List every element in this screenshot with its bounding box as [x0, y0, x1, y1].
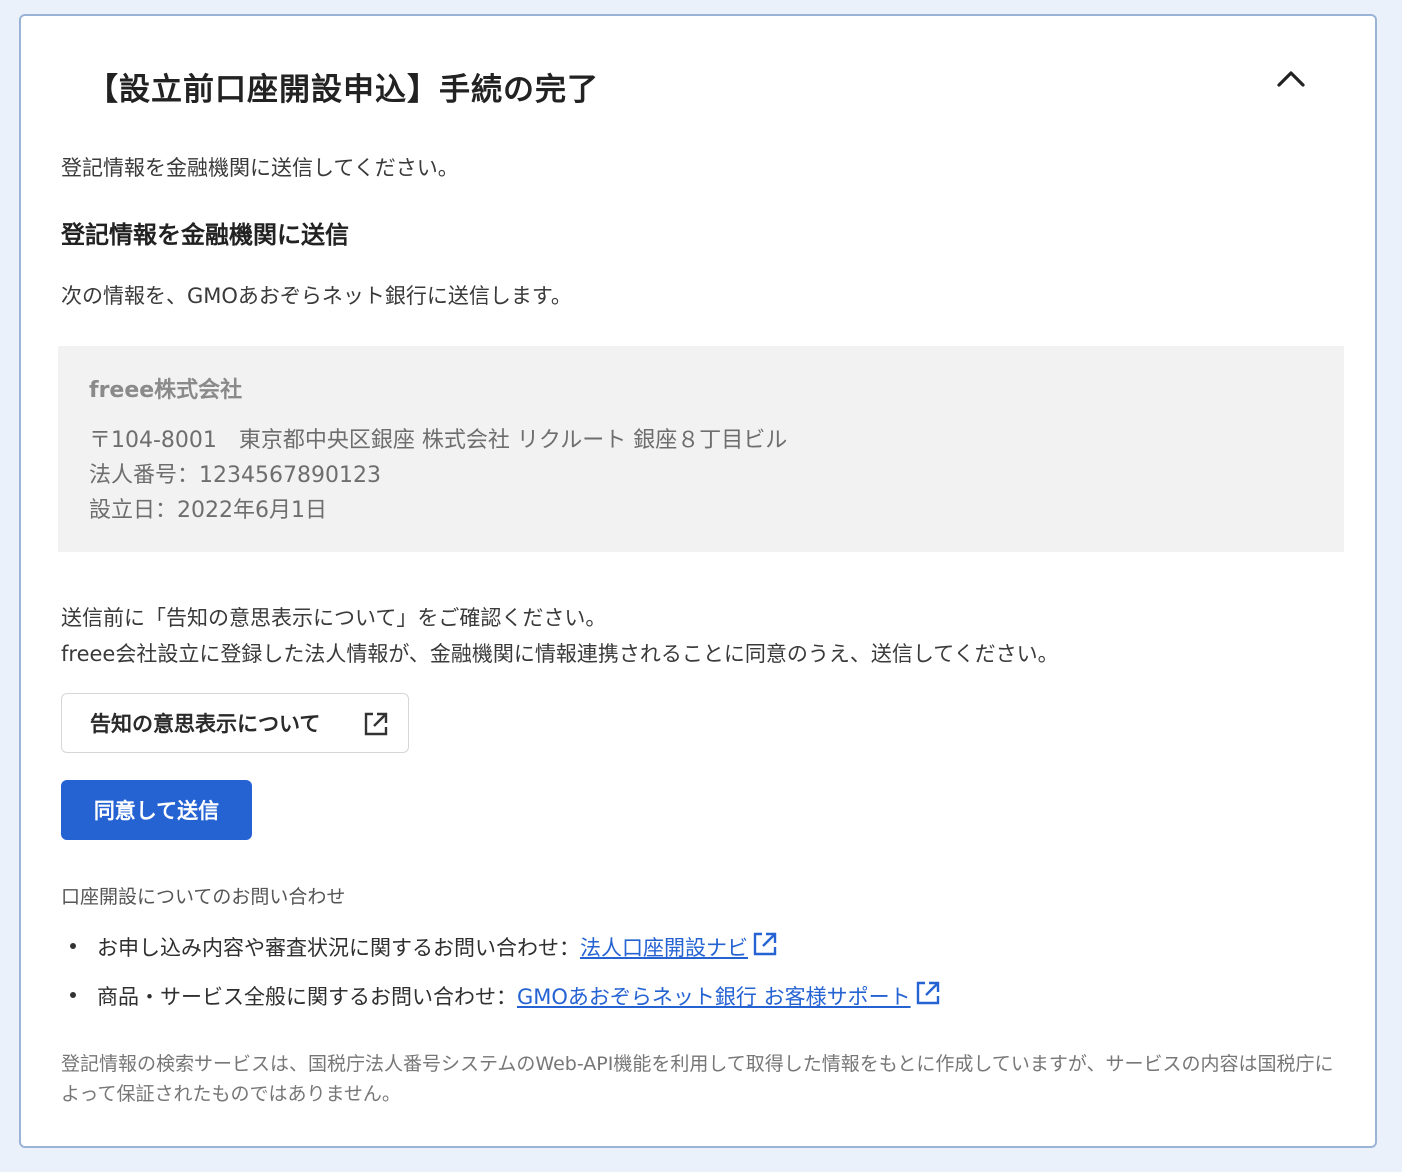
- panel-title: 【設立前口座開設申込】手続の完了: [87, 72, 599, 108]
- agree-and-send-button[interactable]: 同意して送信: [61, 780, 252, 840]
- lead-text: 登記情報を金融機関に送信してください。: [61, 156, 459, 180]
- external-link-icon[interactable]: [751, 930, 779, 963]
- contact-item-text: 商品・サービス全般に関するお問い合わせ：: [97, 984, 517, 1009]
- disclaimer-footnote: 登記情報の検索サービスは、国税庁法人番号システムのWeb-API機能を利用して取…: [61, 1053, 1334, 1105]
- bullet: [70, 992, 76, 998]
- list-item: お申し込み内容や審査状況に関するお問い合わせ： 法人口座開設ナビ: [61, 922, 942, 971]
- intro-text: 次の情報を、GMOあおぞらネット銀行に送信します。: [61, 284, 572, 308]
- establishment-date: 設立日：2022年6月1日: [89, 498, 327, 523]
- disclosure-button-label: 告知の意思表示について: [90, 712, 321, 736]
- company-info-box: freee株式会社 〒104-8001 東京都中央区銀座 株式会社 リクルート …: [58, 346, 1344, 552]
- notice-text: 送信前に「告知の意思表示について」をご確認ください。 freee会社設立に登録し…: [61, 600, 1059, 672]
- external-link-icon: [362, 710, 390, 742]
- external-link-icon[interactable]: [914, 979, 942, 1012]
- customer-support-link[interactable]: GMOあおぞらネット銀行 お客様サポート: [517, 981, 911, 1011]
- section-title: 登記情報を金融機関に送信: [61, 221, 349, 249]
- chevron-up-icon: [1277, 71, 1305, 87]
- company-address: 〒104-8001 東京都中央区銀座 株式会社 リクルート 銀座８丁目ビル: [89, 428, 788, 453]
- list-item: 商品・サービス全般に関するお問い合わせ： GMOあおぞらネット銀行 お客様サポー…: [61, 971, 942, 1020]
- bullet: [70, 943, 76, 949]
- notice-line-2: freee会社設立に登録した法人情報が、金融機関に情報連携されることに同意のうえ…: [61, 642, 1059, 666]
- agree-and-send-label: 同意して送信: [93, 799, 220, 823]
- corporate-account-navi-link[interactable]: 法人口座開設ナビ: [580, 932, 748, 962]
- company-name: freee株式会社: [89, 378, 243, 403]
- contact-list: お申し込み内容や審査状況に関するお問い合わせ： 法人口座開設ナビ 商品・サービス…: [61, 922, 942, 1020]
- disclosure-button[interactable]: 告知の意思表示について: [61, 693, 409, 753]
- corporate-number: 法人番号：1234567890123: [89, 463, 381, 488]
- procedure-panel: 【設立前口座開設申込】手続の完了 登記情報を金融機関に送信してください。 登記情…: [19, 14, 1377, 1148]
- contact-item-text: お申し込み内容や審査状況に関するお問い合わせ：: [97, 935, 580, 960]
- notice-line-1: 送信前に「告知の意思表示について」をご確認ください。: [61, 606, 607, 630]
- contact-heading: 口座開設についてのお問い合わせ: [61, 886, 346, 908]
- collapse-button[interactable]: [1269, 60, 1313, 96]
